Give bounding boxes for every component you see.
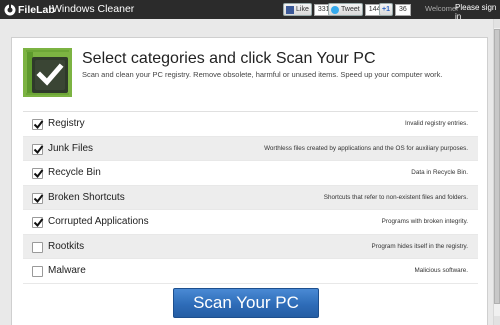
page-title: Select categories and click Scan Your PC [82, 50, 376, 67]
filelab-logo[interactable]: FileLab [3, 2, 55, 17]
scroll-up-arrow-icon[interactable] [494, 19, 500, 28]
facebook-like-button[interactable]: Like [283, 3, 312, 16]
windows-cleaner-icon [23, 48, 72, 97]
category-description: Malicious software. [414, 267, 468, 274]
category-label: Malware [48, 265, 86, 276]
category-checkbox[interactable] [32, 143, 44, 155]
main-panel: Select categories and click Scan Your PC… [11, 37, 488, 325]
welcome-text: Welcome! [425, 4, 459, 13]
top-bar: FileLab Windows Cleaner Like 331 Tweet 1… [0, 0, 500, 21]
category-description: Program hides itself in the registry. [371, 242, 468, 250]
category-checkbox[interactable] [32, 217, 44, 228]
checkmark-icon [33, 169, 44, 179]
category-label: Corrupted Applications [48, 216, 149, 227]
checkmark-icon [33, 218, 44, 228]
scan-your-pc-button[interactable]: Scan Your PC [173, 288, 319, 318]
category-row[interactable]: Recycle Bin Data in Recycle Bin. [23, 161, 478, 186]
category-label: Rootkits [48, 240, 85, 252]
google-plus-one: +1 36 [379, 3, 411, 16]
category-description: Worthless files created by applications … [264, 144, 468, 152]
google-plus-one-button[interactable]: +1 [379, 3, 393, 16]
category-checkbox[interactable] [32, 266, 43, 277]
scroll-down-arrow-icon[interactable] [494, 316, 500, 325]
category-checkbox[interactable] [32, 241, 43, 253]
tweet-button[interactable]: Tweet [328, 3, 363, 16]
facebook-like-label: Like [296, 6, 309, 13]
twitter-icon [331, 5, 339, 14]
category-label: Registry [48, 118, 85, 129]
category-checkbox[interactable] [32, 119, 44, 130]
filelab-logo-icon [3, 3, 16, 16]
page-subtitle: Scan and clean your PC registry. Remove … [82, 70, 443, 79]
scrollbar-thumb[interactable] [494, 29, 500, 304]
logo-text: FileLab [18, 3, 55, 16]
category-checkbox[interactable] [32, 168, 44, 179]
google-plus-one-count: 36 [394, 3, 411, 16]
checkmark-icon [33, 120, 44, 130]
category-row[interactable]: Corrupted Applications Programs with brok… [23, 210, 478, 235]
checkmark-icon [33, 193, 44, 203]
category-label: Recycle Bin [48, 167, 101, 178]
facebook-like: Like 331 [283, 3, 334, 16]
category-row[interactable]: Malware Malicious software. [23, 259, 478, 284]
google-plus-one-label: +1 [382, 6, 390, 13]
category-description: Invalid registry entries. [405, 120, 468, 127]
category-label: Broken Shortcuts [48, 191, 125, 203]
category-description: Programs with broken integrity. [381, 218, 468, 225]
app-title: Windows Cleaner [52, 3, 135, 15]
vertical-scrollbar[interactable] [493, 19, 500, 325]
twitter-tweet: Tweet 144 [328, 3, 385, 16]
category-description: Data in Recycle Bin. [411, 169, 468, 176]
category-row[interactable]: Broken Shortcuts Shortcuts that refer to … [23, 185, 478, 210]
category-row[interactable]: Junk Files Worthless files created by app… [23, 136, 478, 161]
category-description: Shortcuts that refer to non-existent fil… [323, 193, 468, 201]
category-list: Registry Invalid registry entries. Junk Fi… [23, 111, 478, 284]
facebook-icon [286, 5, 294, 14]
category-checkbox[interactable] [32, 192, 44, 204]
tweet-label: Tweet [341, 6, 360, 13]
category-label: Junk Files [48, 142, 94, 154]
checkmark-icon [33, 144, 44, 154]
category-row[interactable]: Rootkits Program hides itself in the regi… [23, 234, 478, 259]
category-row[interactable]: Registry Invalid registry entries. [23, 112, 478, 137]
